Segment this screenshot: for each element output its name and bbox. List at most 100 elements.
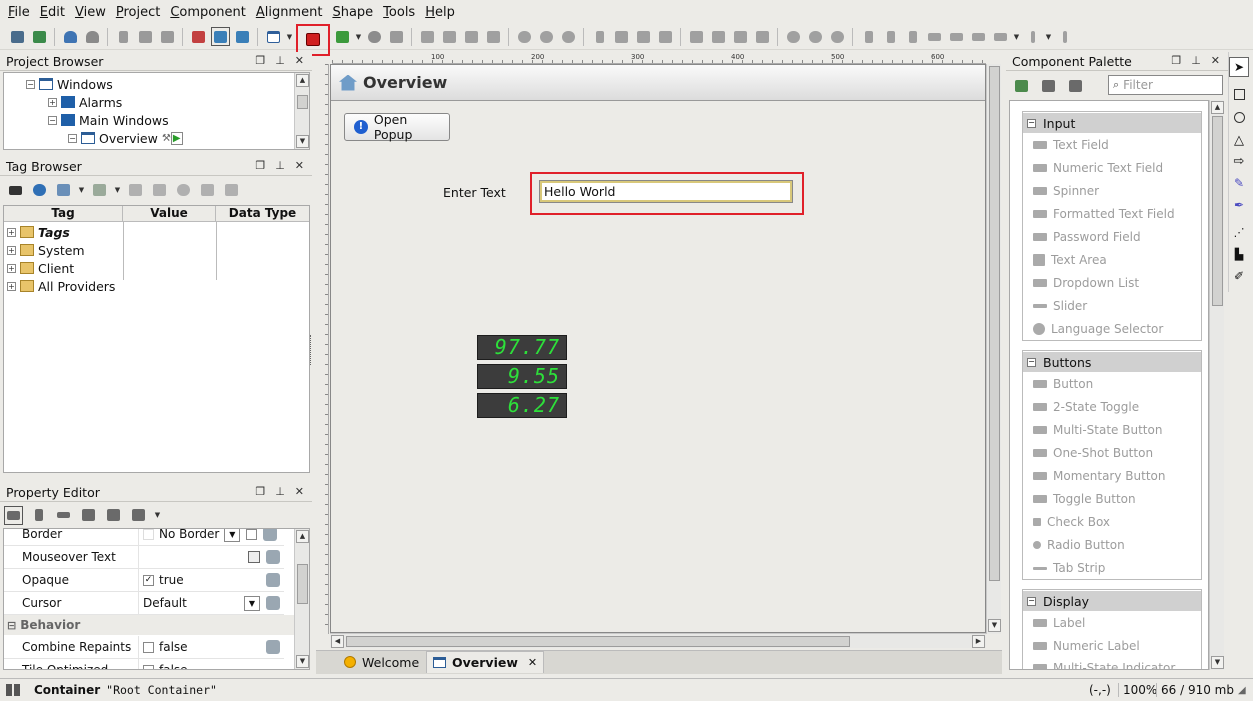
splitter-handle[interactable] [310, 335, 313, 365]
tag-row-tags[interactable]: + Tags [7, 223, 70, 241]
database-icon[interactable] [263, 529, 278, 541]
collapse-icon[interactable]: − [68, 133, 77, 143]
delete-tag-icon[interactable] [126, 181, 145, 200]
align-bottom-icon[interactable] [969, 27, 988, 46]
redo-icon[interactable] [83, 27, 102, 46]
collapse-icon[interactable]: − [1027, 118, 1036, 128]
rectangle-tool-icon[interactable] [1229, 84, 1249, 104]
property-row-tile-optimized[interactable]: Tile Optimized false [4, 659, 284, 669]
group-icon[interactable] [418, 27, 437, 46]
layer-top-icon[interactable] [656, 27, 675, 46]
column-header-data-type[interactable]: Data Type [216, 206, 309, 221]
scroll-thumb[interactable] [346, 636, 850, 647]
scroll-up-arrow[interactable]: ▲ [296, 530, 309, 543]
comm-read-icon[interactable] [211, 27, 230, 46]
restore-icon[interactable]: ❐ [255, 485, 265, 498]
tag-row-client[interactable]: + Client [7, 259, 74, 277]
scroll-thumb[interactable] [1212, 116, 1223, 306]
palette-group-buttons[interactable]: − Buttons [1023, 352, 1201, 372]
scroll-thumb[interactable] [297, 95, 308, 109]
chevron-down-icon[interactable]: ▼ [1045, 27, 1052, 46]
flip-horizontal-icon[interactable] [731, 27, 750, 46]
scroll-right-arrow[interactable]: ▶ [972, 635, 985, 648]
refresh-icon[interactable] [30, 181, 49, 200]
collapse-icon[interactable]: − [1027, 357, 1036, 367]
palette-item-button[interactable]: Button [1033, 374, 1093, 394]
scroll-down-arrow[interactable]: ▼ [988, 619, 1001, 632]
resize-grip-icon[interactable]: ◢ [1238, 685, 1246, 696]
scroll-up-arrow[interactable]: ▲ [296, 74, 309, 87]
scroll-left-arrow[interactable]: ◀ [331, 635, 344, 648]
zoom-reset-icon[interactable] [559, 27, 578, 46]
palette-item-formatted-text-field[interactable]: Formatted Text Field [1033, 204, 1175, 224]
magic-wand-icon[interactable] [462, 27, 481, 46]
lcd-display-3[interactable]: 6.27 [477, 393, 567, 418]
lcd-display-1[interactable]: 97.77 [477, 335, 567, 360]
tag-row-all-providers[interactable]: + All Providers [7, 277, 115, 295]
expand-all-icon[interactable] [79, 506, 98, 525]
align-left-icon[interactable] [859, 27, 878, 46]
restore-icon[interactable]: ❐ [255, 54, 265, 67]
palette-item-2-state-toggle[interactable]: 2-State Toggle [1033, 397, 1139, 417]
property-row-combine-repaints[interactable]: Combine Repaints false [4, 636, 284, 659]
rotate-icon[interactable] [687, 27, 706, 46]
layer-up-icon[interactable] [612, 27, 631, 46]
palette-item-one-shot-button[interactable]: One-Shot Button [1033, 443, 1153, 463]
pin-icon[interactable]: ⊥ [1191, 54, 1201, 67]
chevron-down-icon[interactable]: ▼ [154, 506, 161, 525]
expand-icon[interactable]: + [7, 281, 16, 291]
menu-help[interactable]: Help [421, 5, 459, 20]
restore-icon[interactable]: ❐ [255, 159, 265, 172]
align-top-icon[interactable] [925, 27, 944, 46]
polygon-tool-icon[interactable]: △ [1229, 130, 1249, 150]
tag-row-system[interactable]: + System [7, 241, 85, 259]
eyedropper-tool-icon[interactable]: ✐ [1229, 266, 1249, 286]
close-icon[interactable]: ✕ [1211, 54, 1220, 67]
paste-icon[interactable] [158, 27, 177, 46]
palette-item-check-box[interactable]: Check Box [1033, 512, 1110, 532]
menu-tools[interactable]: Tools [379, 5, 419, 20]
filter-input[interactable]: ⌕ Filter [1108, 75, 1223, 95]
stop-preview-icon[interactable] [296, 23, 330, 56]
collapse-icon[interactable]: ⊟ [7, 619, 16, 632]
palette-item-toggle-button[interactable]: Toggle Button [1033, 489, 1136, 509]
window-title-bar[interactable]: Overview [331, 65, 985, 101]
column-header-tag[interactable]: Tag [4, 206, 123, 221]
import-icon[interactable] [198, 181, 217, 200]
chevron-down-icon[interactable]: ▼ [78, 181, 85, 200]
tile-optimized-checkbox[interactable] [143, 664, 154, 669]
close-icon[interactable]: ✕ [528, 656, 537, 669]
collapse-icon[interactable]: − [1027, 596, 1036, 606]
lcd-display-2[interactable]: 9.55 [477, 364, 567, 389]
scroll-down-arrow[interactable]: ▼ [296, 655, 309, 668]
align-center-icon[interactable] [881, 27, 900, 46]
zoom-out-icon[interactable] [537, 27, 556, 46]
tree-node-main-windows[interactable]: − Main Windows [48, 111, 169, 129]
palette-item-password-field[interactable]: Password Field [1033, 227, 1141, 247]
open-popup-button[interactable]: ! Open Popup [344, 112, 450, 142]
tree-node-alarms[interactable]: + Alarms [48, 93, 122, 111]
pen-tool-icon[interactable]: ✒ [1229, 195, 1249, 215]
palette-mode-icon[interactable] [1012, 76, 1031, 95]
property-row-mouseover-text[interactable]: Mouseover Text [4, 546, 284, 569]
comm-readwrite-icon[interactable] [233, 27, 252, 46]
property-row-border[interactable]: Border No Border ▼ [4, 529, 284, 546]
palette-item-multi-state-button[interactable]: Multi-State Button [1033, 420, 1162, 440]
space-vertical-icon[interactable] [1055, 27, 1074, 46]
save-publish-icon[interactable] [30, 27, 49, 46]
property-scrollbar[interactable]: ▲ ▼ [294, 529, 309, 669]
magic-wand-off-icon[interactable] [484, 27, 503, 46]
database-icon[interactable] [266, 573, 280, 587]
expand-icon[interactable]: + [7, 245, 16, 255]
align-right-icon[interactable] [903, 27, 922, 46]
new-window-icon[interactable] [264, 27, 283, 46]
menu-shape[interactable]: Shape [328, 5, 377, 20]
palette-item-tab-strip[interactable]: Tab Strip [1033, 558, 1105, 578]
menu-file[interactable]: File [4, 5, 34, 20]
close-icon[interactable]: ✕ [295, 54, 304, 67]
opc-icon[interactable] [150, 181, 169, 200]
add-tag-icon[interactable] [90, 181, 109, 200]
hello-world-text-field[interactable]: Hello World [539, 180, 793, 203]
gradient-tool-icon[interactable]: ▙ [1229, 244, 1249, 264]
chevron-down-icon[interactable]: ▼ [286, 27, 293, 46]
